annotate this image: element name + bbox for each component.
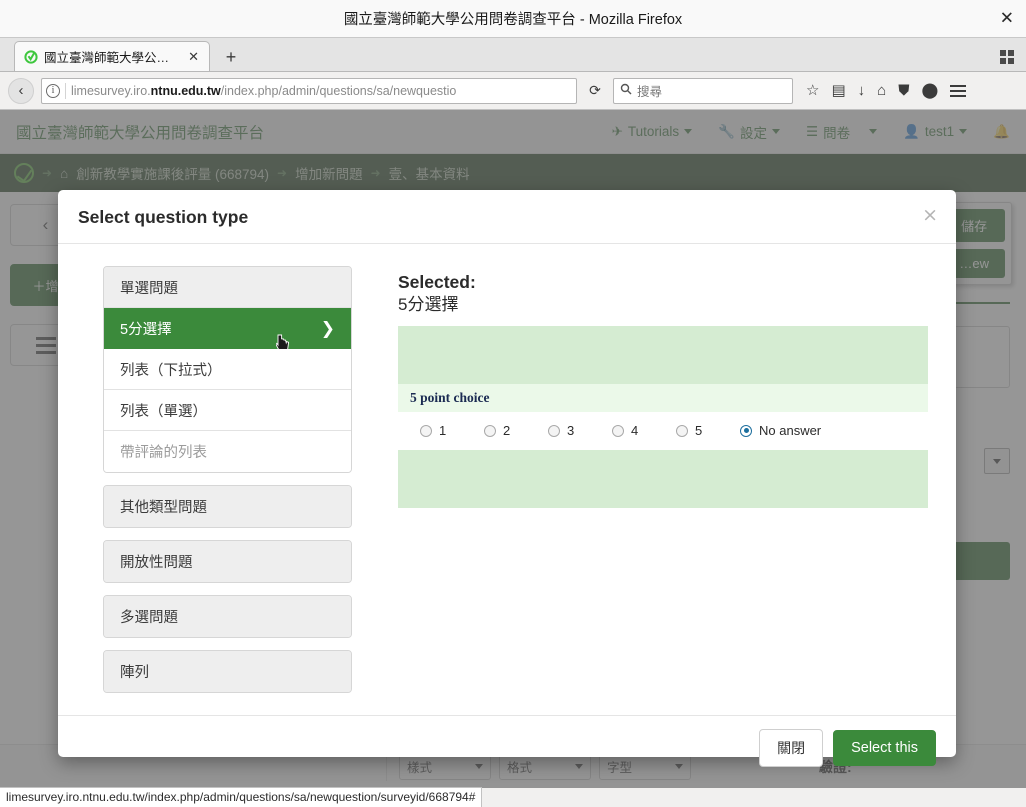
question-type-group-multiple: 多選問題 bbox=[103, 595, 352, 638]
question-type-other-header[interactable]: 其他類型問題 bbox=[104, 486, 351, 527]
browser-tab-label: 國立臺灣師範大學公… bbox=[44, 51, 170, 65]
firefox-window: 國立臺灣師範大學公用問卷調查平台 - Mozilla Firefox ✕ 國立臺… bbox=[0, 0, 1026, 807]
radio-icon[interactable] bbox=[548, 424, 560, 437]
radio-label: 2 bbox=[503, 423, 511, 439]
preview-band-bottom bbox=[398, 449, 928, 508]
grid-view-icon[interactable] bbox=[1000, 50, 1014, 64]
radio-icon[interactable] bbox=[420, 424, 432, 437]
close-button[interactable]: 關閉 bbox=[759, 729, 824, 767]
question-type-label: 單選問題 bbox=[120, 280, 178, 297]
modal-title: Select question type bbox=[78, 207, 249, 227]
window-close-icon[interactable]: ✕ bbox=[1000, 10, 1014, 27]
select-question-type-modal: Select question type × 單選問題 5分選擇 ❯ 列表（下拉… bbox=[58, 190, 956, 767]
question-type-label: 5分選擇 bbox=[120, 321, 172, 338]
radio-label: 3 bbox=[567, 423, 575, 439]
status-bar: limesurvey.iro.ntnu.edu.tw/index.php/adm… bbox=[0, 787, 483, 807]
radio-label: No answer bbox=[759, 423, 822, 439]
bookmark-star-icon[interactable]: ☆ bbox=[806, 83, 819, 98]
question-type-single-header[interactable]: 單選問題 bbox=[104, 267, 351, 308]
url-prefix: limesurvey.iro. bbox=[71, 83, 151, 98]
preview-radio-1[interactable]: 1 bbox=[420, 423, 484, 438]
question-type-list-with-comment[interactable]: 帶評論的列表 bbox=[104, 431, 351, 472]
url-bar[interactable]: i limesurvey.iro.ntnu.edu.tw/index.php/a… bbox=[41, 77, 577, 104]
radio-icon[interactable] bbox=[740, 424, 752, 437]
question-preview: Selected: 5分選擇 5 point choice 1 2 3 4 5 … bbox=[398, 266, 928, 705]
url-text: limesurvey.iro.ntnu.edu.tw/index.php/adm… bbox=[71, 84, 572, 98]
modal-footer: 關閉 Select this bbox=[58, 715, 956, 780]
question-type-label: 列表（下拉式） bbox=[120, 362, 222, 379]
question-type-array-header[interactable]: 陣列 bbox=[104, 651, 351, 692]
question-type-multiple-header[interactable]: 多選問題 bbox=[104, 596, 351, 637]
question-type-label: 多選問題 bbox=[120, 610, 178, 626]
browser-navbar: ‹ i limesurvey.iro.ntnu.edu.tw/index.php… bbox=[0, 72, 1026, 110]
question-type-open-header[interactable]: 開放性問題 bbox=[104, 541, 351, 582]
question-type-label: 開放性問題 bbox=[120, 555, 193, 571]
preview-question-title: 5 point choice bbox=[398, 383, 928, 412]
window-titlebar: 國立臺灣師範大學公用問卷調查平台 - Mozilla Firefox ✕ bbox=[0, 0, 1026, 38]
library-icon[interactable]: ▤ bbox=[831, 83, 845, 98]
url-suffix: /index.php/admin/questions/sa/newquestio bbox=[220, 83, 457, 98]
radio-label: 4 bbox=[631, 423, 639, 439]
window-title: 國立臺灣師範大學公用問卷調查平台 - Mozilla Firefox bbox=[343, 12, 683, 28]
new-tab-button[interactable]: + bbox=[220, 48, 242, 66]
toolbar-icons: ☆ ▤ ↓ ⌂ ⛊ ⬤ bbox=[800, 83, 967, 98]
back-button[interactable]: ‹ bbox=[8, 77, 34, 104]
browser-tab[interactable]: 國立臺灣師範大學公… ✕ bbox=[14, 41, 210, 71]
question-type-group-open: 開放性問題 bbox=[103, 540, 352, 583]
preview-selected-value: 5分選擇 bbox=[398, 294, 459, 314]
radio-icon[interactable] bbox=[612, 424, 624, 437]
radio-label: 5 bbox=[695, 423, 703, 439]
close-icon[interactable]: × bbox=[922, 206, 938, 225]
question-type-label: 其他類型問題 bbox=[120, 500, 207, 516]
limesurvey-favicon-icon bbox=[23, 49, 38, 64]
radio-icon[interactable] bbox=[484, 424, 496, 437]
radio-icon[interactable] bbox=[676, 424, 688, 437]
modal-body: 單選問題 5分選擇 ❯ 列表（下拉式） 列表（單選） 帶評論的列表 其他類型問題… bbox=[58, 244, 956, 715]
chevron-right-icon: ❯ bbox=[320, 318, 335, 338]
menu-icon[interactable] bbox=[950, 84, 967, 97]
question-type-group-other: 其他類型問題 bbox=[103, 485, 352, 528]
question-type-group-single: 單選問題 5分選擇 ❯ 列表（下拉式） 列表（單選） 帶評論的列表 bbox=[103, 266, 352, 473]
account-icon[interactable]: ⬤ bbox=[921, 83, 938, 98]
search-icon bbox=[620, 82, 632, 100]
tab-strip: 國立臺灣師範大學公… ✕ + bbox=[0, 38, 1026, 72]
reload-icon[interactable]: ⟳ bbox=[584, 82, 606, 99]
preview-radio-group: 1 2 3 4 5 No answer bbox=[398, 411, 928, 450]
question-type-label: 列表（單選） bbox=[120, 403, 207, 420]
question-type-list-dropdown[interactable]: 列表（下拉式） bbox=[104, 349, 351, 390]
question-type-label: 帶評論的列表 bbox=[120, 445, 207, 461]
url-divider bbox=[65, 82, 66, 99]
question-type-list-radio[interactable]: 列表（單選） bbox=[104, 390, 351, 431]
modal-header: Select question type × bbox=[58, 190, 956, 244]
select-this-button[interactable]: Select this bbox=[833, 730, 936, 766]
preview-selected-label: Selected: bbox=[398, 272, 476, 292]
url-domain: ntnu.edu.tw bbox=[150, 83, 221, 98]
preview-radio-2[interactable]: 2 bbox=[484, 423, 548, 438]
question-type-label: 陣列 bbox=[120, 665, 149, 681]
preview-radio-3[interactable]: 3 bbox=[548, 423, 612, 438]
home-icon[interactable]: ⌂ bbox=[877, 83, 886, 98]
tab-close-icon[interactable]: ✕ bbox=[186, 49, 201, 65]
page-info-icon[interactable]: i bbox=[46, 83, 60, 98]
search-bar[interactable]: 搜尋 bbox=[613, 77, 793, 104]
preview-radio-no-answer[interactable]: No answer bbox=[740, 423, 821, 438]
download-icon[interactable]: ↓ bbox=[858, 83, 866, 98]
preview-band-top bbox=[398, 325, 928, 384]
preview-radio-4[interactable]: 4 bbox=[612, 423, 676, 438]
search-input[interactable]: 搜尋 bbox=[637, 81, 662, 100]
question-type-5-point-choice[interactable]: 5分選擇 ❯ bbox=[104, 308, 351, 351]
shield-icon[interactable]: ⛊ bbox=[898, 83, 909, 98]
radio-label: 1 bbox=[439, 423, 447, 439]
question-type-list: 單選問題 5分選擇 ❯ 列表（下拉式） 列表（單選） 帶評論的列表 其他類型問題… bbox=[103, 266, 352, 705]
question-type-group-array: 陣列 bbox=[103, 650, 352, 693]
preview-radio-5[interactable]: 5 bbox=[676, 423, 740, 438]
